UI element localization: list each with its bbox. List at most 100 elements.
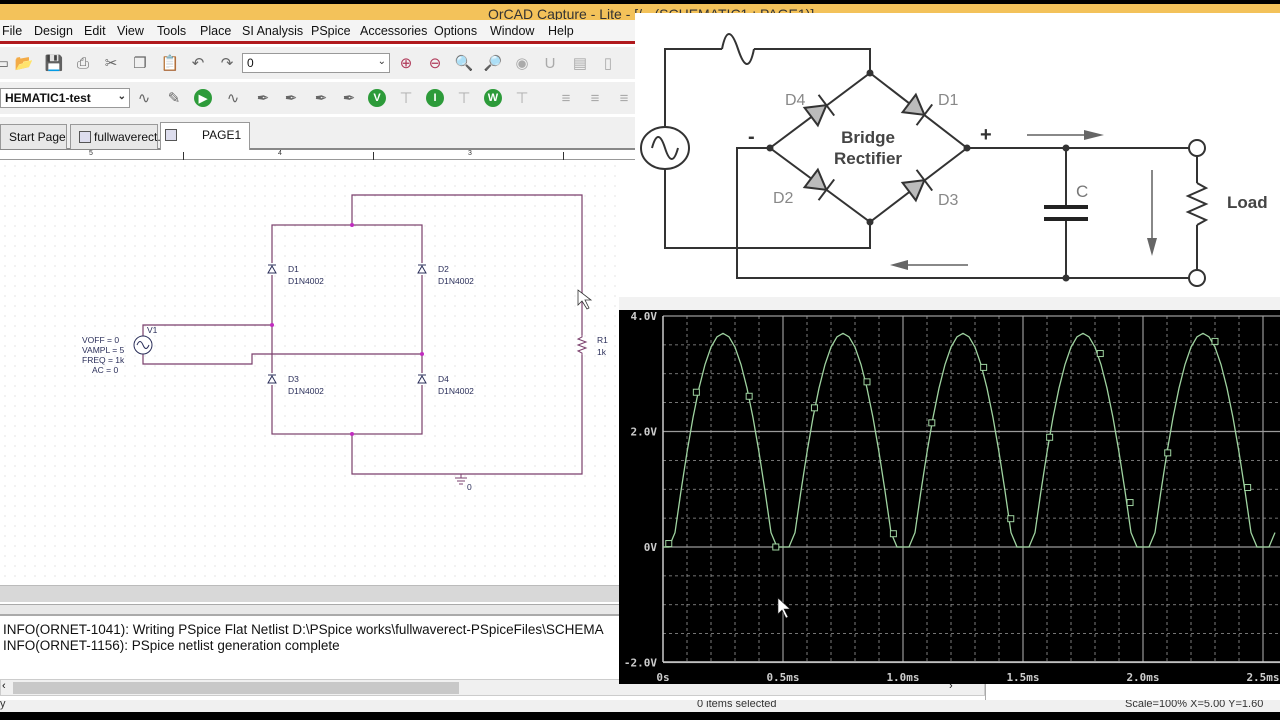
scroll-thumb[interactable] (13, 682, 459, 694)
menu-accessories[interactable]: Accessories (360, 24, 427, 38)
bias-current-toggle-icon[interactable]: ⊤ (454, 88, 474, 108)
edit-simulation-profile-icon[interactable]: ✎ (164, 88, 184, 108)
ground[interactable]: 0 (455, 474, 472, 492)
bias-voltage-toggle-icon[interactable]: ⊤ (396, 88, 416, 108)
chevron-down-icon[interactable]: ⌄ (118, 91, 126, 102)
scroll-left-icon[interactable]: ‹ (2, 680, 6, 692)
run-pspice-icon[interactable]: ▶ (194, 89, 212, 107)
source-v1[interactable]: V1 VOFF = 0 VAMPL = 5 FREQ = 1k AC = 0 (82, 325, 158, 375)
undo-icon[interactable]: ↶ (188, 53, 208, 73)
tab-start-page[interactable]: Start Page (0, 124, 67, 149)
align-right-icon[interactable]: ≡ (614, 88, 634, 108)
menu-si-analysis[interactable]: SI Analysis (242, 24, 303, 38)
diode-d1[interactable]: D1 D1N4002 (267, 263, 324, 286)
menu-tools[interactable]: Tools (157, 24, 186, 38)
part-combo[interactable]: 0 ⌄ (242, 53, 390, 73)
new-simulation-profile-icon[interactable]: ∿ (134, 88, 154, 108)
diode-d3[interactable]: D3 D1N4002 (267, 373, 324, 396)
pane-splitter[interactable] (0, 604, 620, 616)
tab-label: Start Page (9, 130, 66, 144)
diode-ref: D3 (288, 374, 299, 384)
canvas-horizontal-scrollbar[interactable] (0, 585, 620, 602)
current-marker-icon[interactable]: ✒ (311, 88, 331, 108)
copy-icon[interactable]: ❐ (130, 53, 150, 73)
diode-ref: D1 (288, 264, 299, 274)
r1-value: 1k (597, 347, 607, 357)
side-panel (985, 684, 1280, 700)
diode-model: D1N4002 (288, 386, 324, 396)
print-icon[interactable]: ⎙ (73, 53, 93, 73)
v1-ref: V1 (147, 325, 158, 335)
voltage-marker-icon[interactable]: ✒ (253, 88, 273, 108)
label-d3: D3 (938, 192, 959, 209)
diode-model: D1N4002 (438, 386, 474, 396)
cut-icon[interactable]: ✂ (101, 53, 121, 73)
sine-wave-icon (721, 33, 755, 65)
diode-d2[interactable]: D2 D1N4002 (417, 263, 474, 286)
enable-bias-power-icon[interactable]: W (484, 89, 502, 107)
netlist-icon[interactable]: ▯ (598, 53, 618, 73)
schematic-canvas[interactable]: V1 VOFF = 0 VAMPL = 5 FREQ = 1k AC = 0 D… (0, 161, 620, 585)
diode-model: D1N4002 (438, 276, 474, 286)
menu-edit[interactable]: Edit (84, 24, 106, 38)
enable-bias-voltage-icon[interactable]: V (368, 89, 386, 107)
zoom-in-icon[interactable]: ⊕ (396, 53, 416, 73)
rectifier-label: Rectifier (834, 149, 902, 168)
trace-marker (889, 530, 897, 538)
menu-options[interactable]: Options (434, 24, 477, 38)
new-icon[interactable]: ▭ (0, 53, 12, 73)
mouse-cursor-icon (577, 289, 593, 310)
menu-view[interactable]: View (117, 24, 144, 38)
zoom-area-icon[interactable]: 🔍 (454, 53, 474, 73)
log-line: INFO(ORNET-1041): Writing PSpice Flat Ne… (3, 622, 604, 637)
trace-marker (928, 419, 936, 427)
align-center-icon[interactable]: ≡ (585, 88, 605, 108)
annotate-icon[interactable]: U (540, 53, 560, 73)
v1-voff: VOFF = 0 (82, 335, 119, 345)
voltage-differential-marker-icon[interactable]: ✒ (281, 88, 301, 108)
page-ruler: 5 4 3 (0, 150, 640, 160)
zoom-all-icon[interactable]: 🔎 (483, 53, 503, 73)
tab-page1[interactable]: PAGE1 (160, 122, 250, 150)
status-bar: y 0 items selected Scale=100% X=5.00 Y=1… (0, 700, 1280, 712)
bias-power-toggle-icon[interactable]: ⊤ (512, 88, 532, 108)
open-icon[interactable]: 📂 (14, 53, 34, 73)
wires (142, 194, 583, 475)
drc-icon[interactable]: ▤ (570, 53, 590, 73)
ruler-label: 5 (89, 150, 93, 157)
resistor-icon (576, 335, 588, 355)
power-marker-icon[interactable]: ✒ (339, 88, 359, 108)
view-simulation-results-icon[interactable]: ∿ (223, 88, 243, 108)
paste-icon[interactable]: 📋 (160, 53, 180, 73)
diagram-wires (664, 33, 1209, 279)
resistor-r1[interactable]: R1 1k (576, 335, 608, 357)
show-icon[interactable]: ◉ (512, 53, 532, 73)
wire-right-lower (351, 355, 583, 475)
menu-file[interactable]: File (2, 24, 22, 38)
menu-pspice[interactable]: PSpice (311, 24, 351, 38)
menu-window[interactable]: Window (490, 24, 534, 38)
v1-ac: AC = 0 (92, 365, 118, 375)
wire-top (351, 194, 583, 335)
trace-marker (810, 404, 818, 412)
y-tick-label: 4.0V (631, 310, 658, 323)
save-icon[interactable]: 💾 (44, 53, 64, 73)
align-left-icon[interactable]: ≡ (556, 88, 576, 108)
label-d2: D2 (773, 190, 794, 207)
output-terminal-icon (1188, 139, 1206, 157)
tab-fullwaverect[interactable]: fullwaverect... (70, 124, 167, 149)
redo-icon[interactable]: ↷ (217, 53, 237, 73)
zoom-out-icon[interactable]: ⊖ (425, 53, 445, 73)
trace-marker (980, 363, 988, 371)
diode-d4[interactable]: D4 D1N4002 (417, 373, 474, 396)
r1-ref: R1 (597, 335, 608, 345)
menu-design[interactable]: Design (34, 24, 73, 38)
bridge-diodes (802, 92, 934, 203)
minus-label: - (748, 126, 755, 148)
simulation-profile-combo[interactable]: HEMATIC1-test ⌄ (0, 88, 130, 108)
chevron-down-icon[interactable]: ⌄ (378, 56, 386, 67)
menu-place[interactable]: Place (200, 24, 231, 38)
menu-help[interactable]: Help (548, 24, 574, 38)
enable-bias-current-icon[interactable]: I (426, 89, 444, 107)
output-terminal-icon (1188, 269, 1206, 287)
